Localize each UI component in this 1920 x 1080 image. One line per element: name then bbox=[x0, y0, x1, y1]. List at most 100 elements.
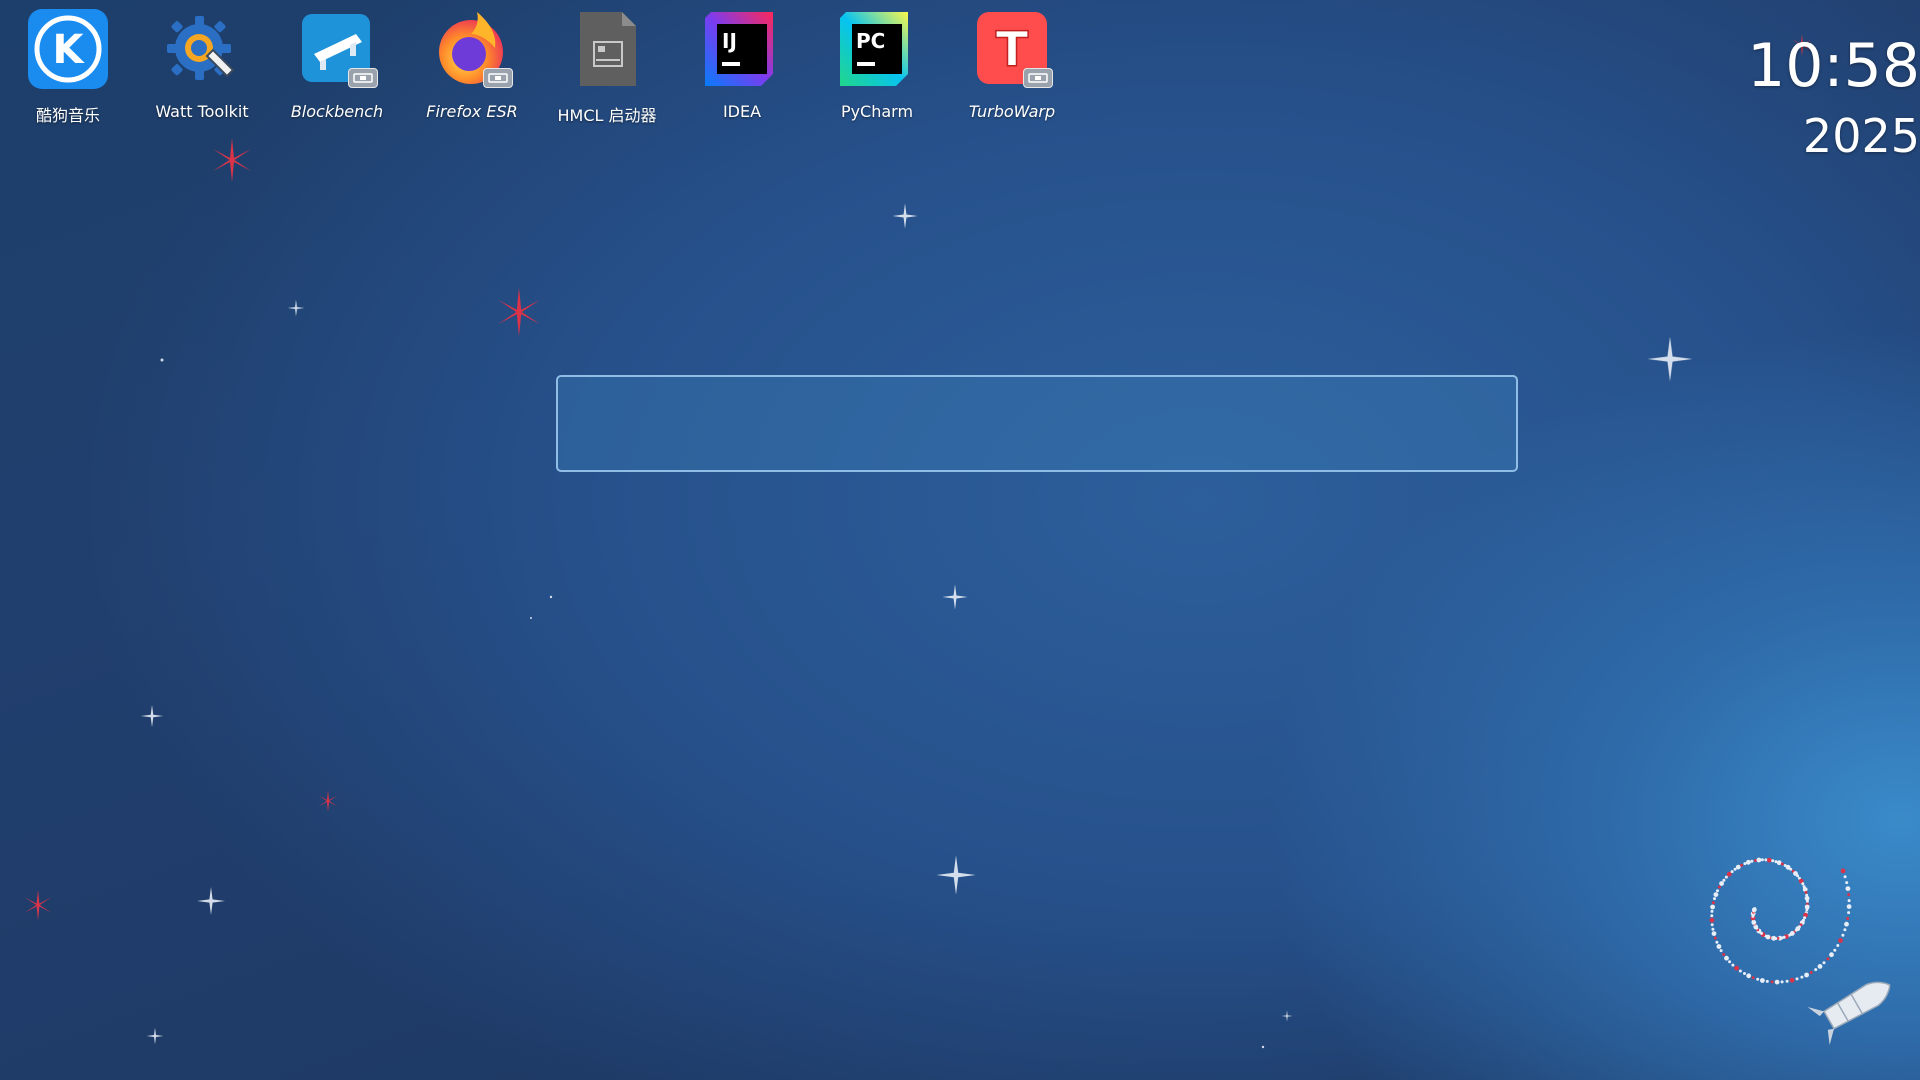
swirl-star bbox=[1809, 971, 1813, 974]
desktop-icon-label: IDEA bbox=[722, 102, 762, 121]
swirl-star bbox=[1800, 975, 1804, 979]
swirl-star bbox=[1780, 980, 1784, 984]
swirl-star bbox=[1804, 890, 1808, 894]
swirl-star bbox=[1709, 917, 1715, 923]
swirl-star bbox=[1746, 973, 1752, 979]
swirl-star bbox=[1724, 875, 1728, 879]
swirl-star bbox=[1756, 857, 1762, 863]
desktop-icon-label: Firefox ESR bbox=[426, 102, 518, 121]
desktop-icon-idea[interactable]: IJ IDEA bbox=[676, 8, 808, 126]
swirl-star bbox=[1814, 968, 1818, 972]
swirl-star bbox=[1846, 904, 1852, 909]
pycharm-icon: PC bbox=[836, 8, 918, 90]
search-input[interactable] bbox=[556, 375, 1518, 472]
swirl-star bbox=[1740, 863, 1744, 867]
clock-time: 10:58 bbox=[1747, 31, 1920, 101]
shortcut-badge-icon bbox=[1023, 68, 1053, 88]
swirl-star bbox=[1780, 862, 1784, 866]
clock-date: 2025 bbox=[1802, 109, 1920, 163]
swirl-star bbox=[1713, 897, 1716, 901]
swirl-star bbox=[1734, 965, 1739, 971]
firefox-icon bbox=[431, 8, 513, 90]
swirl-star bbox=[1753, 907, 1757, 911]
swirl-star bbox=[1846, 917, 1850, 920]
swirl-star bbox=[1717, 885, 1721, 889]
swirl-star bbox=[1845, 886, 1851, 891]
swirl-star bbox=[1756, 977, 1760, 981]
desktop-icon-label: PyCharm bbox=[840, 102, 914, 121]
desktop-icon-pycharm[interactable]: PC PyCharm bbox=[811, 8, 943, 126]
swirl-star bbox=[1711, 927, 1715, 931]
swirl-star bbox=[1789, 867, 1793, 871]
swirl-star bbox=[1710, 914, 1714, 918]
swirl-star bbox=[1826, 957, 1830, 961]
swirl-star bbox=[1743, 862, 1747, 866]
desktop-icon-label: 酷狗音乐 bbox=[35, 106, 100, 125]
turbowarp-icon: T bbox=[971, 8, 1053, 90]
swirl-star bbox=[1836, 944, 1840, 947]
desktop-icon-firefox-esr[interactable]: Firefox ESR bbox=[406, 8, 538, 126]
swirl-star bbox=[1719, 949, 1723, 953]
desktop-icon-kugou-music[interactable]: K 酷狗音乐 bbox=[2, 8, 134, 126]
swirl-star bbox=[1770, 980, 1774, 984]
desktop-icon-turbowarp[interactable]: T TurboWarp bbox=[946, 8, 1078, 126]
shortcut-badge-icon bbox=[348, 68, 378, 88]
swirl-star bbox=[1722, 878, 1726, 882]
swirl-star bbox=[1801, 882, 1805, 886]
swirl-star bbox=[1726, 871, 1732, 877]
swirl-star bbox=[1728, 960, 1732, 964]
swirl-star bbox=[1764, 858, 1768, 862]
swirl-star bbox=[1746, 859, 1751, 865]
swirl-star bbox=[1735, 864, 1741, 870]
swirl-star bbox=[1731, 963, 1735, 967]
blockbench-icon bbox=[296, 8, 378, 90]
swirl-star bbox=[1713, 892, 1719, 897]
swirl-star bbox=[1711, 901, 1715, 905]
swirl-star bbox=[1847, 893, 1851, 897]
swirl-star bbox=[1711, 931, 1717, 936]
swirl-star bbox=[1833, 948, 1837, 952]
desktop-icon-label: TurboWarp bbox=[968, 102, 1056, 121]
clock-widget: 10:58 2025 bbox=[1740, 30, 1920, 164]
swirl-star bbox=[1767, 857, 1772, 863]
kugou-music-icon: K bbox=[27, 8, 109, 90]
swirl-star bbox=[1844, 921, 1849, 927]
swirl-star bbox=[1840, 868, 1846, 874]
swirl-star bbox=[1743, 972, 1746, 975]
desktop-icon-label: HMCL 启动器 bbox=[557, 106, 657, 125]
desktop-icon-watt-toolkit[interactable]: Watt Toolkit bbox=[136, 8, 268, 126]
swirl-star bbox=[1722, 953, 1726, 956]
desktop-icon-blockbench[interactable]: Blockbench bbox=[271, 8, 403, 126]
swirl-star bbox=[1730, 870, 1734, 874]
desktop-icon-label: Watt Toolkit bbox=[155, 102, 249, 121]
swirl-star bbox=[1753, 859, 1757, 862]
kugou-logo-letter: K bbox=[53, 27, 86, 73]
swirl-star bbox=[1805, 908, 1809, 912]
swirl-star bbox=[1795, 977, 1799, 981]
swirl-star bbox=[1785, 979, 1789, 983]
swirl-star bbox=[1716, 889, 1719, 893]
swirl-star bbox=[1765, 979, 1769, 983]
desktop-icon-hmcl-launcher[interactable]: HMCL 启动器 bbox=[541, 8, 673, 126]
swirl-star bbox=[1829, 952, 1834, 958]
pycharm-logo-text: PC bbox=[856, 29, 885, 53]
starfield-wallpaper bbox=[24, 34, 1812, 1049]
swirl-star bbox=[1845, 881, 1849, 885]
swirl-star bbox=[1710, 909, 1714, 913]
swirl-star bbox=[1804, 972, 1809, 978]
swirl-star bbox=[1771, 859, 1775, 863]
desktop-icon-grid: K 酷狗音乐 Watt Toolkit Blockbench Firefox E… bbox=[0, 0, 1080, 130]
swirl-star bbox=[1838, 938, 1843, 943]
swirl-star bbox=[1719, 881, 1724, 886]
swirl-star bbox=[1715, 940, 1719, 944]
swirl-star bbox=[1738, 969, 1742, 973]
swirl-star bbox=[1847, 899, 1851, 903]
swirl-star bbox=[1750, 859, 1754, 863]
swirl-star bbox=[1760, 978, 1765, 983]
hmcl-launcher-icon bbox=[566, 8, 648, 90]
shortcut-badge-icon bbox=[483, 68, 513, 88]
swirl-star bbox=[1822, 961, 1826, 965]
idea-logo-text: IJ bbox=[722, 29, 737, 53]
swirl-star bbox=[1841, 933, 1845, 937]
swirl-star bbox=[1843, 928, 1847, 932]
